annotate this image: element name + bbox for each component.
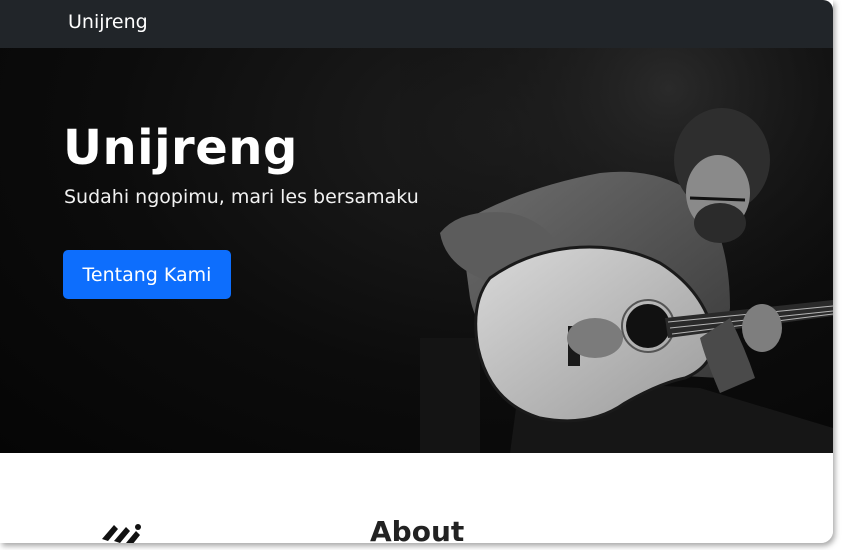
guitar-logo-icon bbox=[102, 524, 141, 543]
guitarist-photo bbox=[400, 48, 833, 453]
navbar-brand[interactable]: Unijreng bbox=[68, 11, 148, 33]
tentang-kami-button[interactable]: Tentang Kami bbox=[63, 250, 231, 299]
hero-title: Unijreng bbox=[63, 120, 298, 176]
about-heading: About bbox=[370, 515, 465, 543]
navbar: Unijreng bbox=[0, 0, 833, 48]
hero-subtitle: Sudahi ngopimu, mari les bersamaku bbox=[64, 186, 419, 208]
about-section: About bbox=[0, 453, 833, 543]
browser-window: Unijreng Unijreng Sudahi ngopimu, mari l… bbox=[0, 0, 833, 543]
hero-section: Unijreng Sudahi ngopimu, mari les bersam… bbox=[0, 48, 833, 453]
